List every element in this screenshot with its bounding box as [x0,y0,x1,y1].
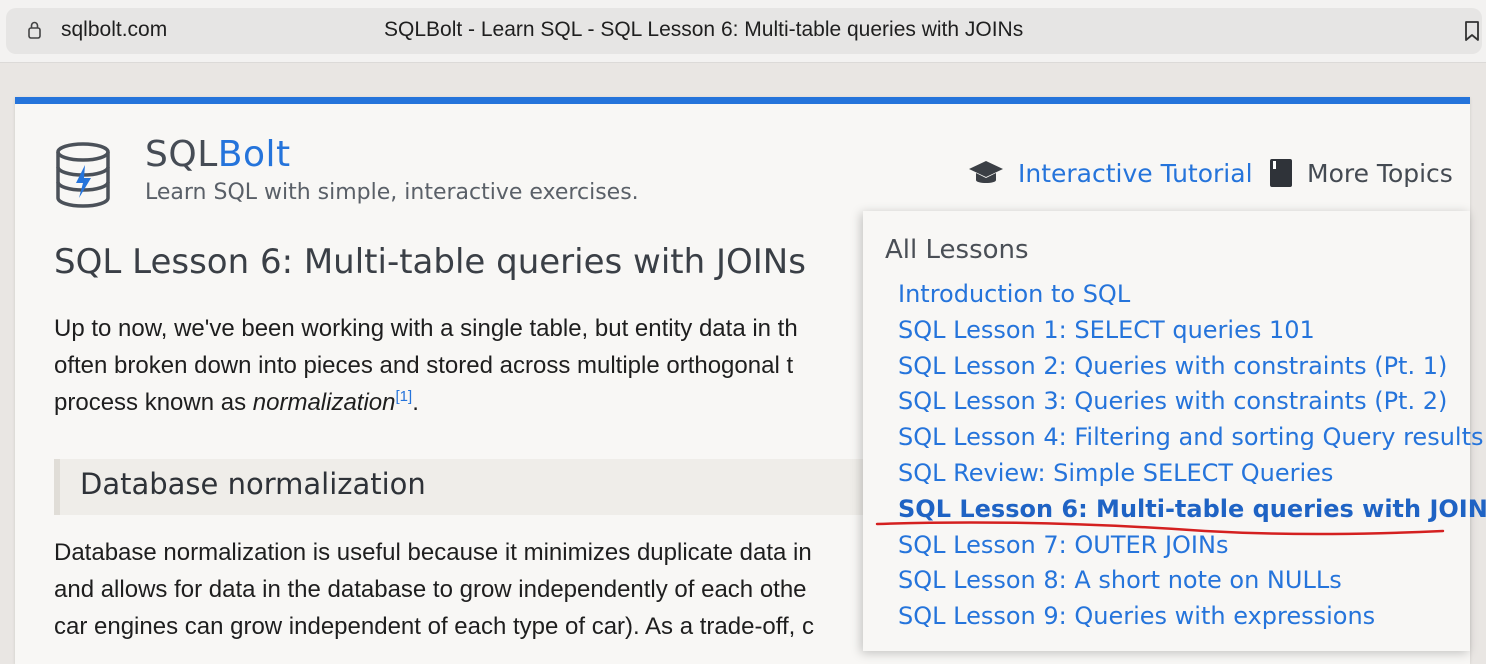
body-line: car engines can grow independent of each… [54,613,815,640]
intro-text: . [412,389,419,416]
lesson-link[interactable]: SQL Lesson 8: A short note on NULLs [898,563,1486,599]
body-line: and allows for data in the database to g… [54,576,807,603]
site-brand[interactable]: SQLBolt [145,134,291,175]
brand-prefix: SQL [145,134,218,175]
database-bolt-icon[interactable] [54,142,112,208]
footnote-link[interactable]: [1] [396,388,413,405]
lesson-link[interactable]: SQL Review: Simple SELECT Queries [898,456,1486,492]
section-heading-text: Database normalization [80,467,426,501]
intro-text: process known as [54,389,253,416]
nav-more-topics[interactable]: More Topics [1269,156,1453,190]
bookmark-icon[interactable] [1462,20,1482,42]
lesson-link[interactable]: SQL Lesson 4: Filtering and sorting Quer… [898,420,1486,456]
body-line: Database normalization is useful because… [54,539,812,566]
page-tab-title: SQLBolt - Learn SQL - SQL Lesson 6: Mult… [384,18,1024,41]
lesson-link[interactable]: SQL Lesson 3: Queries with constraints (… [898,384,1486,420]
site-tagline: Learn SQL with simple, interactive exerc… [145,180,639,205]
lock-icon [28,21,41,39]
nav-tutorial-label: Interactive Tutorial [1018,158,1253,188]
brand-suffix: Bolt [217,134,291,175]
intro-paragraph: Up to now, we've been working with a sin… [54,310,894,421]
normalization-term: normalization [252,389,396,416]
section-heading: Database normalization [54,459,900,515]
body-paragraph: Database normalization is useful because… [54,534,894,645]
address-bar[interactable]: sqlbolt.com SQLBolt - Learn SQL - SQL Le… [6,8,1482,54]
nav-interactive-tutorial[interactable]: Interactive Tutorial [968,156,1253,190]
intro-line: process known as normalization[1]. [54,384,894,421]
book-icon [1270,159,1292,187]
page-title: SQL Lesson 6: Multi-table queries with J… [54,242,806,282]
lessons-list: Introduction to SQL SQL Lesson 1: SELECT… [898,277,1486,635]
lesson-link[interactable]: SQL Lesson 9: Queries with expressions [898,599,1486,635]
url-domain[interactable]: sqlbolt.com [61,18,167,42]
lesson-link[interactable]: SQL Lesson 2: Queries with constraints (… [898,349,1486,385]
nav-topics-label: More Topics [1307,158,1453,188]
lesson-link[interactable]: SQL Lesson 1: SELECT queries 101 [898,313,1486,349]
browser-toolbar: sqlbolt.com SQLBolt - Learn SQL - SQL Le… [0,0,1486,63]
all-lessons-dropdown: All Lessons Introduction to SQL SQL Less… [863,211,1486,651]
lesson-link[interactable]: Introduction to SQL [898,277,1486,313]
graduation-cap-icon [969,161,1003,183]
dropdown-heading: All Lessons [885,235,1029,265]
intro-line: often broken down into pieces and stored… [54,352,794,379]
intro-line: Up to now, we've been working with a sin… [54,315,798,342]
annotation-underline [875,521,1445,536]
